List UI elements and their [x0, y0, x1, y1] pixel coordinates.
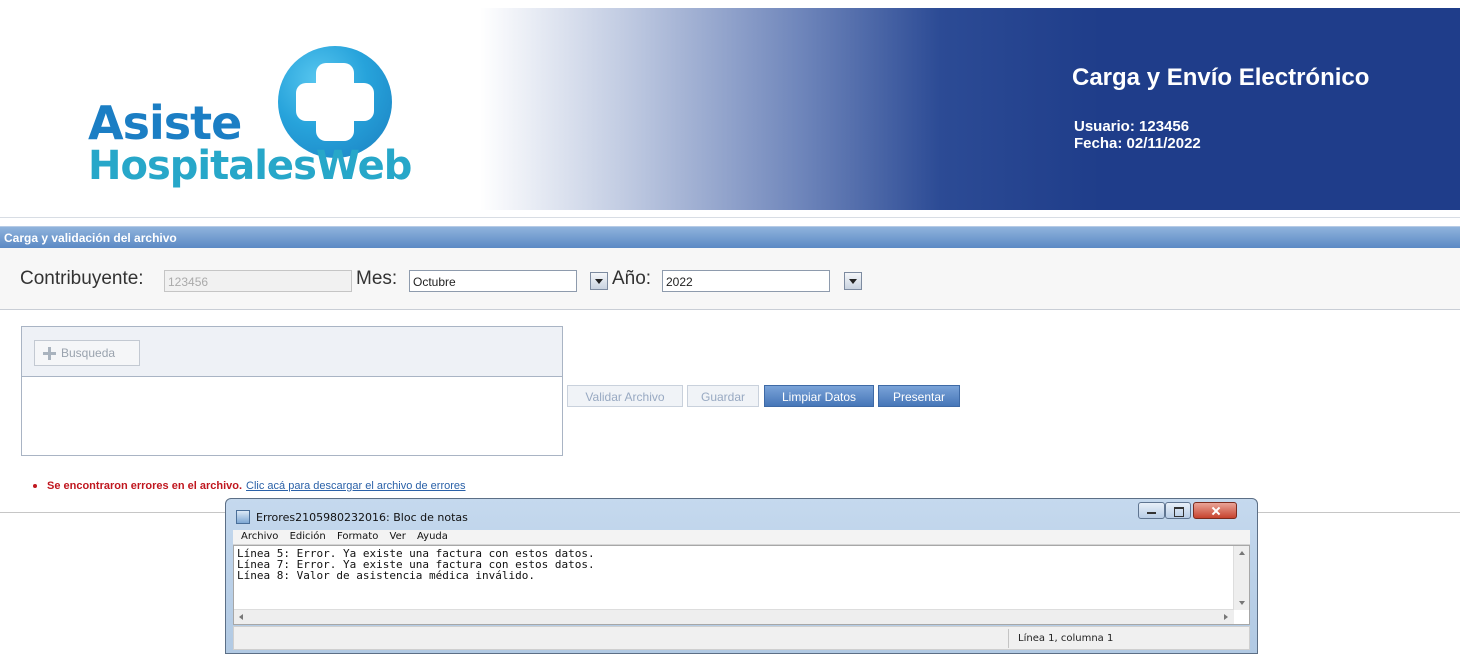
logo-line-2: HospitalesWeb: [88, 143, 412, 189]
scroll-down-icon[interactable]: [1239, 601, 1245, 605]
menu-ver[interactable]: Ver: [390, 530, 406, 542]
section-title: Carga y validación del archivo: [4, 231, 177, 245]
menu-formato[interactable]: Formato: [337, 530, 378, 542]
app-logo: Asiste HospitalesWeb: [88, 96, 412, 189]
session-info: Usuario: 123456 Fecha: 02/11/2022: [1074, 118, 1201, 152]
page: Asiste HospitalesWeb Carga y Envío Elect…: [0, 0, 1460, 654]
status-separator: [1008, 629, 1009, 648]
menu-archivo[interactable]: Archivo: [241, 530, 278, 542]
notepad-menubar: Archivo Edición Formato Ver Ayuda: [233, 530, 1250, 545]
notepad-title: Errores2105980232016: Bloc de notas: [256, 511, 468, 524]
anio-dropdown-icon[interactable]: [844, 272, 862, 290]
menu-edicion[interactable]: Edición: [290, 530, 326, 542]
notepad-icon: [236, 510, 250, 524]
anio-select[interactable]: 2022: [662, 270, 830, 292]
guardar-button[interactable]: Guardar: [687, 385, 759, 407]
date-label: Fecha: 02/11/2022: [1074, 135, 1201, 152]
scroll-up-icon[interactable]: [1239, 551, 1245, 555]
busqueda-toolbar: Busqueda: [22, 327, 562, 377]
busqueda-button[interactable]: Busqueda: [34, 340, 140, 366]
plus-icon: [43, 347, 56, 360]
notepad-text-area[interactable]: Línea 5: Error. Ya existe una factura co…: [233, 545, 1250, 625]
limpiar-datos-button[interactable]: Limpiar Datos: [764, 385, 874, 407]
close-icon[interactable]: [1193, 502, 1237, 519]
app-header: Asiste HospitalesWeb Carga y Envío Elect…: [0, 8, 1460, 210]
page-title: Carga y Envío Electrónico: [1072, 64, 1370, 91]
vertical-scrollbar[interactable]: [1233, 546, 1249, 610]
horizontal-scrollbar[interactable]: [234, 609, 1234, 624]
error-text: Se encontraron errores en el archivo.: [47, 480, 243, 492]
scroll-left-icon[interactable]: [239, 614, 243, 620]
validar-archivo-button[interactable]: Validar Archivo: [567, 385, 683, 407]
minimize-icon[interactable]: [1138, 502, 1165, 519]
presentar-button[interactable]: Presentar: [878, 385, 960, 407]
notepad-window[interactable]: Errores2105980232016: Bloc de notas Arch…: [225, 498, 1258, 654]
contribuyente-field: 123456: [164, 270, 352, 292]
download-errors-link[interactable]: Clic acá para descargar el archivo de er…: [246, 480, 466, 492]
bullet-icon: [33, 484, 37, 489]
mes-dropdown-icon[interactable]: [590, 272, 608, 290]
scroll-right-icon[interactable]: [1224, 614, 1228, 620]
maximize-icon[interactable]: [1165, 502, 1191, 519]
menu-ayuda[interactable]: Ayuda: [417, 530, 448, 542]
busqueda-panel: Busqueda: [21, 326, 563, 456]
user-label: Usuario: 123456: [1074, 118, 1190, 135]
header-divider: [0, 217, 1460, 218]
filters-bar: Contribuyente: 123456 Mes: Octubre Año: …: [0, 248, 1460, 310]
cursor-position: Línea 1, columna 1: [1018, 633, 1114, 644]
anio-label: Año:: [612, 268, 652, 289]
error-line: Línea 8: Valor de asistencia médica invá…: [237, 569, 536, 582]
error-message: Se encontraron errores en el archivo. Cli…: [33, 480, 466, 492]
logo-line-1: Asiste: [88, 96, 242, 150]
contribuyente-label: Contribuyente:: [20, 268, 144, 289]
busqueda-label: Busqueda: [61, 346, 116, 360]
notepad-statusbar: Línea 1, columna 1: [233, 626, 1250, 650]
notepad-content: Línea 5: Error. Ya existe una factura co…: [237, 548, 595, 581]
mes-select[interactable]: Octubre: [409, 270, 577, 292]
mes-label: Mes:: [356, 268, 398, 289]
section-header: Carga y validación del archivo: [0, 226, 1460, 248]
